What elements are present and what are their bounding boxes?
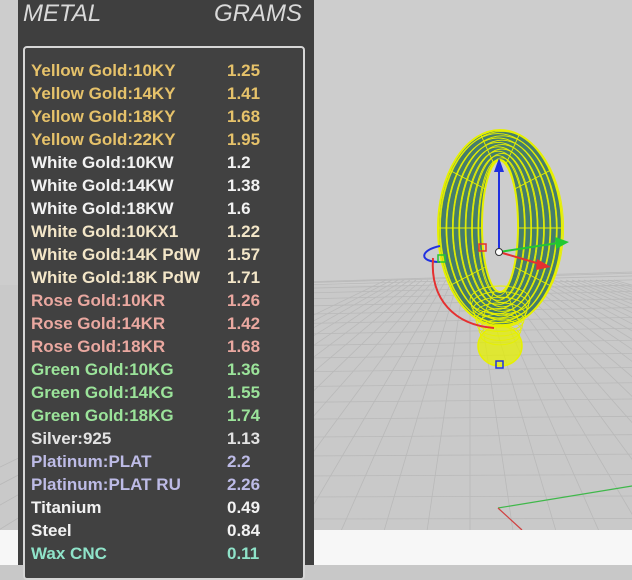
metal-grams: 1.42 bbox=[227, 312, 260, 335]
metal-grams: 1.57 bbox=[227, 243, 260, 266]
metal-row[interactable]: Rose Gold:18KR 1.68 bbox=[25, 335, 303, 358]
metal-name: Yellow Gold:14KY bbox=[31, 82, 176, 105]
metal-name: White Gold:10KX1 bbox=[31, 220, 178, 243]
metal-name: White Gold:10KW bbox=[31, 151, 174, 174]
metal-row[interactable]: Rose Gold:14KR 1.42 bbox=[25, 312, 303, 335]
metal-name: Titanium bbox=[31, 496, 102, 519]
metal-grams: 1.68 bbox=[227, 335, 260, 358]
metal-row[interactable]: Wax CNC 0.11 bbox=[25, 542, 303, 565]
metal-name: Yellow Gold:22KY bbox=[31, 128, 176, 151]
metal-name: Rose Gold:14KR bbox=[31, 312, 165, 335]
metal-row[interactable]: Yellow Gold:18KY 1.68 bbox=[25, 105, 303, 128]
metal-name: Platinum:PLAT bbox=[31, 450, 152, 473]
gumball-center bbox=[496, 249, 503, 256]
metal-grams: 1.36 bbox=[227, 358, 260, 381]
metal-name: Platinum:PLAT RU bbox=[31, 473, 181, 496]
metal-row[interactable]: Yellow Gold:22KY 1.95 bbox=[25, 128, 303, 151]
metal-weight-panel: METAL GRAMS Yellow Gold:10KY1.25Yellow G… bbox=[18, 0, 314, 565]
metal-row[interactable]: Rose Gold:10KR 1.26 bbox=[25, 289, 303, 312]
metal-grams: 1.68 bbox=[227, 105, 260, 128]
metal-row[interactable]: Platinum:PLAT 2.2 bbox=[25, 450, 303, 473]
metal-row[interactable]: Yellow Gold:10KY 1.25 bbox=[25, 59, 303, 82]
metal-name: Silver:925 bbox=[31, 427, 111, 450]
metal-row[interactable]: White Gold:10KW 1.2 bbox=[25, 151, 303, 174]
metal-grams: 1.38 bbox=[227, 174, 260, 197]
metal-name: White Gold:14K PdW bbox=[31, 243, 200, 266]
panel-header: METAL GRAMS bbox=[18, 0, 314, 36]
metal-name: White Gold:18KW bbox=[31, 197, 174, 220]
metal-name: White Gold:18K PdW bbox=[31, 266, 200, 289]
metal-grams: 1.13 bbox=[227, 427, 260, 450]
ring-bail bbox=[478, 326, 522, 366]
metal-name: Yellow Gold:18KY bbox=[31, 105, 176, 128]
metal-grams: 2.26 bbox=[227, 473, 260, 496]
metal-row[interactable]: Platinum:PLAT RU 2.26 bbox=[25, 473, 303, 496]
metal-name: Wax CNC bbox=[31, 542, 107, 565]
metal-grams: 1.25 bbox=[227, 59, 260, 82]
metal-grams: 0.49 bbox=[227, 496, 260, 519]
metal-row[interactable]: Green Gold:18KG 1.74 bbox=[25, 404, 303, 427]
metal-row[interactable]: White Gold:18KW 1.6 bbox=[25, 197, 303, 220]
metal-name: Rose Gold:18KR bbox=[31, 335, 165, 358]
metal-row[interactable]: White Gold:10KX1 1.22 bbox=[25, 220, 303, 243]
metal-row[interactable]: Silver:925 1.13 bbox=[25, 427, 303, 450]
metal-grams: 1.74 bbox=[227, 404, 260, 427]
metal-grams: 1.71 bbox=[227, 266, 260, 289]
metal-grams: 1.55 bbox=[227, 381, 260, 404]
metal-name: Green Gold:10KG bbox=[31, 358, 174, 381]
metal-row[interactable]: White Gold:14KW 1.38 bbox=[25, 174, 303, 197]
metal-grams: 1.41 bbox=[227, 82, 260, 105]
metal-name: Green Gold:18KG bbox=[31, 404, 174, 427]
metal-name: Green Gold:14KG bbox=[31, 381, 174, 404]
metal-column-header: METAL bbox=[23, 0, 101, 28]
metal-row[interactable]: Green Gold:14KG 1.55 bbox=[25, 381, 303, 404]
metal-row[interactable]: Yellow Gold:14KY 1.41 bbox=[25, 82, 303, 105]
metal-name: Rose Gold:10KR bbox=[31, 289, 165, 312]
metal-row[interactable]: White Gold:14K PdW 1.57 bbox=[25, 243, 303, 266]
metal-row[interactable]: Green Gold:10KG 1.36 bbox=[25, 358, 303, 381]
metal-row[interactable]: Titanium 0.49 bbox=[25, 496, 303, 519]
metal-name: Yellow Gold:10KY bbox=[31, 59, 176, 82]
grams-column-header: GRAMS bbox=[214, 0, 302, 28]
metal-weight-list[interactable]: Yellow Gold:10KY 1.25 Yellow Gold:14KY 1.41… bbox=[23, 46, 305, 580]
metal-name: Steel bbox=[31, 519, 72, 542]
metal-grams: 1.22 bbox=[227, 220, 260, 243]
metal-grams: 1.95 bbox=[227, 128, 260, 151]
metal-grams: 2.2 bbox=[227, 450, 251, 473]
metal-grams: 1.26 bbox=[227, 289, 260, 312]
metal-row[interactable]: White Gold:18K PdW 1.71 bbox=[25, 266, 303, 289]
metal-grams: 0.84 bbox=[227, 519, 260, 542]
metal-grams: 0.11 bbox=[227, 542, 259, 565]
metal-grams: 1.6 bbox=[227, 197, 251, 220]
metal-name: White Gold:14KW bbox=[31, 174, 174, 197]
metal-grams: 1.2 bbox=[227, 151, 251, 174]
metal-row[interactable]: Steel 0.84 bbox=[25, 519, 303, 542]
